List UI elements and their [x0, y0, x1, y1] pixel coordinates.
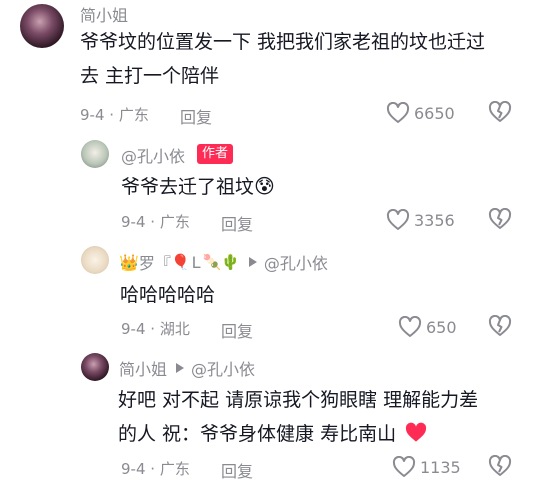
dislike-button[interactable] — [488, 314, 512, 341]
comment-date: 9-4 — [121, 460, 146, 478]
candy-emoji: 🍡 — [202, 253, 222, 271]
dislike-broken-heart-icon — [488, 207, 512, 229]
comment-date: 9-4 — [80, 106, 105, 124]
like-button[interactable]: 6650 — [386, 101, 455, 125]
meta-dot: · — [104, 106, 119, 124]
like-count: 6650 — [414, 103, 455, 123]
comment-text-line: 爷爷去迁了祖坟 — [121, 176, 255, 198]
reply-button[interactable]: 回复 — [180, 104, 212, 128]
comment-text-line: 去 主打一个陪伴 — [80, 65, 220, 87]
like-count: 650 — [426, 317, 457, 337]
reply-button[interactable]: 回复 — [221, 458, 253, 482]
like-count: 3356 — [414, 210, 455, 230]
like-heart-icon — [392, 456, 416, 477]
author-name: 罗『 — [138, 254, 171, 273]
crown-emoji: 👑 — [119, 252, 139, 272]
comment-location: 广东 — [159, 213, 190, 231]
comment-date: 9-4 — [121, 320, 146, 338]
comment-date-location: 9-4 · 广东 — [121, 458, 190, 479]
like-button[interactable]: 1135 — [392, 455, 461, 479]
like-heart-icon — [386, 102, 410, 123]
avatar[interactable] — [20, 4, 64, 48]
meta-dot: · — [145, 213, 160, 231]
dislike-broken-heart-icon — [488, 314, 512, 336]
comment-location: 湖北 — [159, 320, 190, 338]
avatar[interactable] — [81, 353, 109, 381]
reply-to-user[interactable]: @孔小依 — [191, 356, 255, 380]
comment-date-location: 9-4 · 广东 — [80, 104, 149, 125]
comment-text-line: 哈哈哈哈哈 — [120, 284, 216, 306]
reply-button[interactable]: 回复 — [221, 318, 253, 342]
like-heart-icon — [398, 316, 422, 337]
like-button[interactable]: 3356 — [386, 208, 455, 232]
reply-button[interactable]: 回复 — [221, 211, 253, 235]
reply-arrow-icon — [248, 257, 257, 267]
comment-author[interactable]: @孔小依 — [121, 143, 185, 167]
comment-location: 广东 — [159, 460, 190, 478]
red-heart-emoji — [406, 422, 427, 442]
like-count: 1135 — [420, 457, 461, 477]
avatar[interactable] — [81, 140, 109, 168]
meta-dot: · — [145, 320, 160, 338]
meta-dot: · — [145, 460, 160, 478]
comment-location: 广东 — [118, 106, 149, 124]
comment-text-line: 爷爷坟的位置发一下 我把我们家老祖的坟也迁过 — [80, 31, 486, 53]
comment-date: 9-4 — [121, 213, 146, 231]
like-button[interactable]: 650 — [398, 315, 457, 339]
comment-author[interactable]: 👑 罗『 🎈 L 🍡 🌵 @孔小依 — [119, 250, 328, 274]
comment-text: 的人 祝：爷爷身体健康 寿比南山 — [118, 418, 428, 451]
comment-date-location: 9-4 · 广东 — [121, 211, 190, 232]
like-heart-icon — [386, 209, 410, 230]
balloon-emoji: 🎈 — [170, 253, 190, 271]
comment-text: 爷爷去迁了祖坟😰 — [121, 170, 275, 204]
dislike-button[interactable] — [488, 100, 512, 127]
author-name-tail: L — [191, 252, 201, 272]
reply-arrow-icon — [176, 363, 185, 373]
reply-to-user[interactable]: @孔小依 — [264, 250, 328, 274]
author-badge: 作者 — [197, 144, 234, 164]
sweat-emoji: 😰 — [254, 174, 275, 198]
comment-text-line: 的人 祝：爷爷身体健康 寿比南山 — [118, 423, 397, 445]
dislike-broken-heart-icon — [488, 100, 512, 122]
dislike-button[interactable] — [488, 454, 512, 481]
cactus-emoji: 🌵 — [221, 253, 240, 271]
comment-text-line: 好吧 对不起 请原谅我个狗眼瞎 理解能力差 — [118, 389, 479, 411]
comment-date-location: 9-4 · 湖北 — [121, 318, 190, 339]
dislike-broken-heart-icon — [488, 454, 512, 476]
avatar[interactable] — [81, 246, 109, 274]
comment-author[interactable]: 简小姐 — [80, 2, 128, 26]
author-name: 简小姐 — [119, 360, 168, 379]
dislike-button[interactable] — [488, 207, 512, 234]
comment-author[interactable]: 简小姐 @孔小依 — [119, 356, 255, 380]
